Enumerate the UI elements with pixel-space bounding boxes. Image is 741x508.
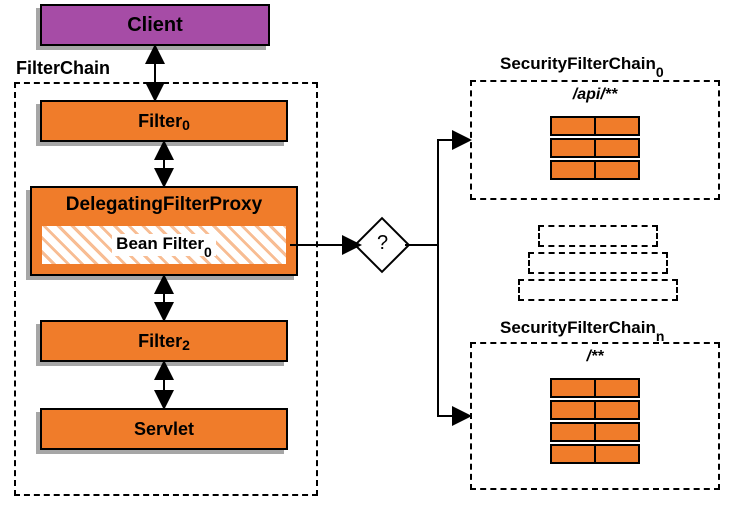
bean-filter-label: Bean Filter [116, 234, 204, 253]
sfc0-filter-bar [550, 160, 640, 180]
sfcn-filter-bar [550, 422, 640, 442]
servlet-label: Servlet [134, 419, 194, 440]
sfcn-label-text: SecurityFilterChain [500, 318, 656, 337]
filter0-label: Filter [138, 111, 182, 132]
sfcn-filter-bar [550, 378, 640, 398]
servlet-box: Servlet [40, 408, 288, 450]
sfcn-label: SecurityFilterChainn [500, 318, 664, 340]
sfc0-filter-bar [550, 116, 640, 136]
sfc0-sub: 0 [656, 64, 664, 80]
sfc0-pattern: /api/** [472, 86, 718, 104]
client-box: Client [40, 4, 270, 46]
sfcn-filter-bar [550, 444, 640, 464]
client-label: Client [127, 14, 183, 37]
sfc0-label: SecurityFilterChain0 [500, 54, 664, 76]
delegating-filter-proxy-label: DelegatingFilterProxy [66, 194, 262, 216]
bean-filter-sub: 0 [204, 244, 212, 260]
bean-filter-box: Bean Filter0 [40, 224, 288, 266]
sfc0-filter-bar [550, 138, 640, 158]
sfcn-pattern: /** [472, 348, 718, 366]
filter2-box: Filter2 [40, 320, 288, 362]
ellipsis-bar [528, 252, 668, 274]
filter2-sub: 2 [182, 337, 190, 353]
filter0-sub: 0 [182, 117, 190, 133]
ellipsis-bar [538, 225, 658, 247]
bean-filter-text: Bean Filter0 [112, 234, 216, 256]
decision-label: ? [377, 232, 388, 255]
ellipsis-bar [518, 279, 678, 301]
sfcn-filter-bar [550, 400, 640, 420]
sfc0-label-text: SecurityFilterChain [500, 54, 656, 73]
filter0-box: Filter0 [40, 100, 288, 142]
filterchain-label: FilterChain [14, 58, 112, 79]
filter2-label: Filter [138, 331, 182, 352]
